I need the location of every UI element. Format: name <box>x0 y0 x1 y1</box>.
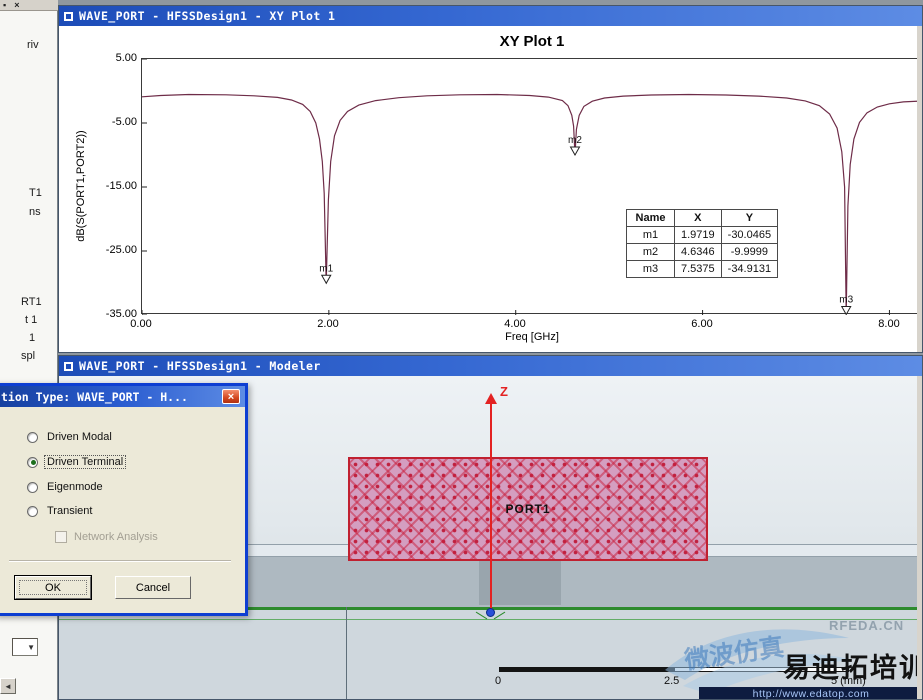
y-tick-label: -5.00 <box>111 116 137 128</box>
ok-button-label: OK <box>45 581 61 594</box>
svg-text:m1: m1 <box>319 263 333 274</box>
marker-y: -9.9999 <box>720 243 779 261</box>
tree-text-fragment: t 1 <box>25 314 38 326</box>
y-tick-label: 5.00 <box>115 52 137 64</box>
marker-row: m2 4.6346 -9.9999 <box>626 243 779 261</box>
x-axis-title: Freq [GHz] <box>505 331 559 343</box>
x-tick-label: 2.00 <box>317 318 339 330</box>
xy-plot-titlebar[interactable]: WAVE_PORT - HFSSDesign1 - XY Plot 1 <box>59 6 922 26</box>
ok-button[interactable]: OK <box>15 576 91 599</box>
plot-frame: m1 m2 m3 <box>141 58 922 315</box>
scale-segment-black <box>499 667 674 672</box>
chevron-down-icon: ▼ <box>27 642 35 652</box>
boundary-line-vertical <box>346 607 347 699</box>
panel-close-icon[interactable]: × <box>14 0 19 10</box>
modeler-window-title: WAVE_PORT - HFSSDesign1 - Modeler <box>79 359 321 373</box>
plot-title: XY Plot 1 <box>499 33 565 50</box>
window-icon <box>64 11 73 21</box>
modeler-scrollbar[interactable] <box>917 376 922 699</box>
z-axis-arrow-icon <box>485 393 497 404</box>
radio-icon <box>27 505 38 517</box>
panel-box-icon: ▪ <box>3 0 7 10</box>
origin-point <box>486 608 495 617</box>
radio-eigenmode[interactable]: Eigenmode <box>27 480 105 494</box>
svg-text:m2: m2 <box>568 135 582 146</box>
marker-x: 1.9719 <box>674 226 722 244</box>
cancel-button[interactable]: Cancel <box>115 576 191 599</box>
marker-name: m3 <box>626 260 675 278</box>
marker-col-x: X <box>674 209 722 227</box>
dialog-titlebar[interactable]: tion Type: WAVE_PORT - H... <box>0 386 245 407</box>
cancel-button-label: Cancel <box>135 581 171 594</box>
dialog-separator <box>9 560 231 562</box>
tree-text-fragment: RT1 <box>21 296 42 308</box>
marker-name: m2 <box>626 243 675 261</box>
checkbox-label: Network Analysis <box>74 531 158 543</box>
watermark-yiditu: 易迪拓培训 <box>783 653 922 683</box>
watermark-rfeda: RFEDA.CN <box>829 618 905 633</box>
y-tick-label: -15.00 <box>105 180 137 192</box>
x-tick-label: 4.00 <box>504 318 526 330</box>
wave-port-face[interactable]: PORT1 <box>348 457 708 561</box>
radio-driven-modal[interactable]: Driven Modal <box>27 430 114 444</box>
radio-icon <box>27 481 38 493</box>
xy-plot-canvas: XY Plot 1 dB(S(PORT1,PORT2)) 5.00 -5.00 … <box>59 26 922 352</box>
xy-plot-window: WAVE_PORT - HFSSDesign1 - XY Plot 1 XY P… <box>58 5 923 353</box>
marker-col-y: Y <box>720 209 779 227</box>
marker-y: -34.9131 <box>720 260 779 278</box>
marker-row: m3 7.5375 -34.9131 <box>626 260 779 278</box>
tree-text-fragment: spl <box>21 350 36 362</box>
s-parameter-curve: m1m2m3 <box>142 59 922 315</box>
marker-name: m1 <box>626 226 675 244</box>
tree-text-fragment: T1 <box>29 187 42 199</box>
tree-text-fragment: 1 <box>29 332 36 344</box>
dialog-close-button[interactable]: × <box>222 389 240 404</box>
marker-x: 4.6346 <box>674 243 722 261</box>
z-axis-label: Z <box>500 384 508 399</box>
z-axis-line <box>490 403 492 613</box>
marker-table: Name X Y m1 1.9719 -30.0465 m2 4.6346 -9… <box>626 209 779 278</box>
radio-label: Driven Terminal <box>43 455 127 469</box>
svg-text:m3: m3 <box>839 294 853 305</box>
tree-dropdown[interactable]: ▼ <box>12 638 38 656</box>
xy-plot-window-title: WAVE_PORT - HFSSDesign1 - XY Plot 1 <box>79 9 336 23</box>
window-icon <box>64 361 73 371</box>
network-analysis-checkbox[interactable]: Network Analysis <box>55 530 158 544</box>
marker-col-name: Name <box>626 209 675 227</box>
marker-y: -30.0465 <box>720 226 779 244</box>
radio-transient[interactable]: Transient <box>27 504 94 518</box>
x-tick-label: 8.00 <box>878 318 900 330</box>
checkbox-icon <box>55 531 67 543</box>
solution-type-dialog: tion Type: WAVE_PORT - H... × Driven Mod… <box>0 383 248 616</box>
marker-row: m1 1.9719 -30.0465 <box>626 226 779 244</box>
watermark-url: http://www.edatop.com <box>752 688 870 699</box>
x-tick-label: 6.00 <box>691 318 713 330</box>
radio-icon <box>27 456 38 468</box>
radio-label: Driven Modal <box>47 431 112 443</box>
marker-table-header: Name X Y <box>626 209 779 227</box>
plot-scrollbar[interactable] <box>917 26 922 352</box>
modeler-titlebar[interactable]: WAVE_PORT - HFSSDesign1 - Modeler <box>59 356 922 376</box>
radio-icon <box>27 431 38 443</box>
scroll-left-button[interactable]: ◄ <box>0 678 16 694</box>
dialog-title: tion Type: WAVE_PORT - H... <box>1 389 188 404</box>
radio-label: Transient <box>47 505 93 517</box>
radio-driven-terminal[interactable]: Driven Terminal <box>27 455 127 469</box>
marker-x: 7.5375 <box>674 260 722 278</box>
panel-mini-titlebar[interactable]: ▪ × <box>0 0 58 11</box>
tree-text-fragment: riv <box>27 39 39 51</box>
hfss-desktop: ▪ × riv T1 ns RT1 t 1 1 spl ▼ ◄ WAVE_POR… <box>0 0 923 700</box>
y-axis-title: dB(S(PORT1,PORT2)) <box>75 130 87 242</box>
scale-label-0: 0 <box>495 675 502 687</box>
tree-text-fragment: ns <box>29 206 41 218</box>
close-icon: × <box>227 390 235 403</box>
radio-label: Eigenmode <box>47 481 103 493</box>
watermark-url-strip: http://www.edatop.com <box>699 687 922 699</box>
arrow-left-icon: ◄ <box>4 681 12 691</box>
x-tick-label: 0.00 <box>130 318 152 330</box>
port-label: PORT1 <box>505 502 551 516</box>
y-tick-label: -25.00 <box>105 244 137 256</box>
